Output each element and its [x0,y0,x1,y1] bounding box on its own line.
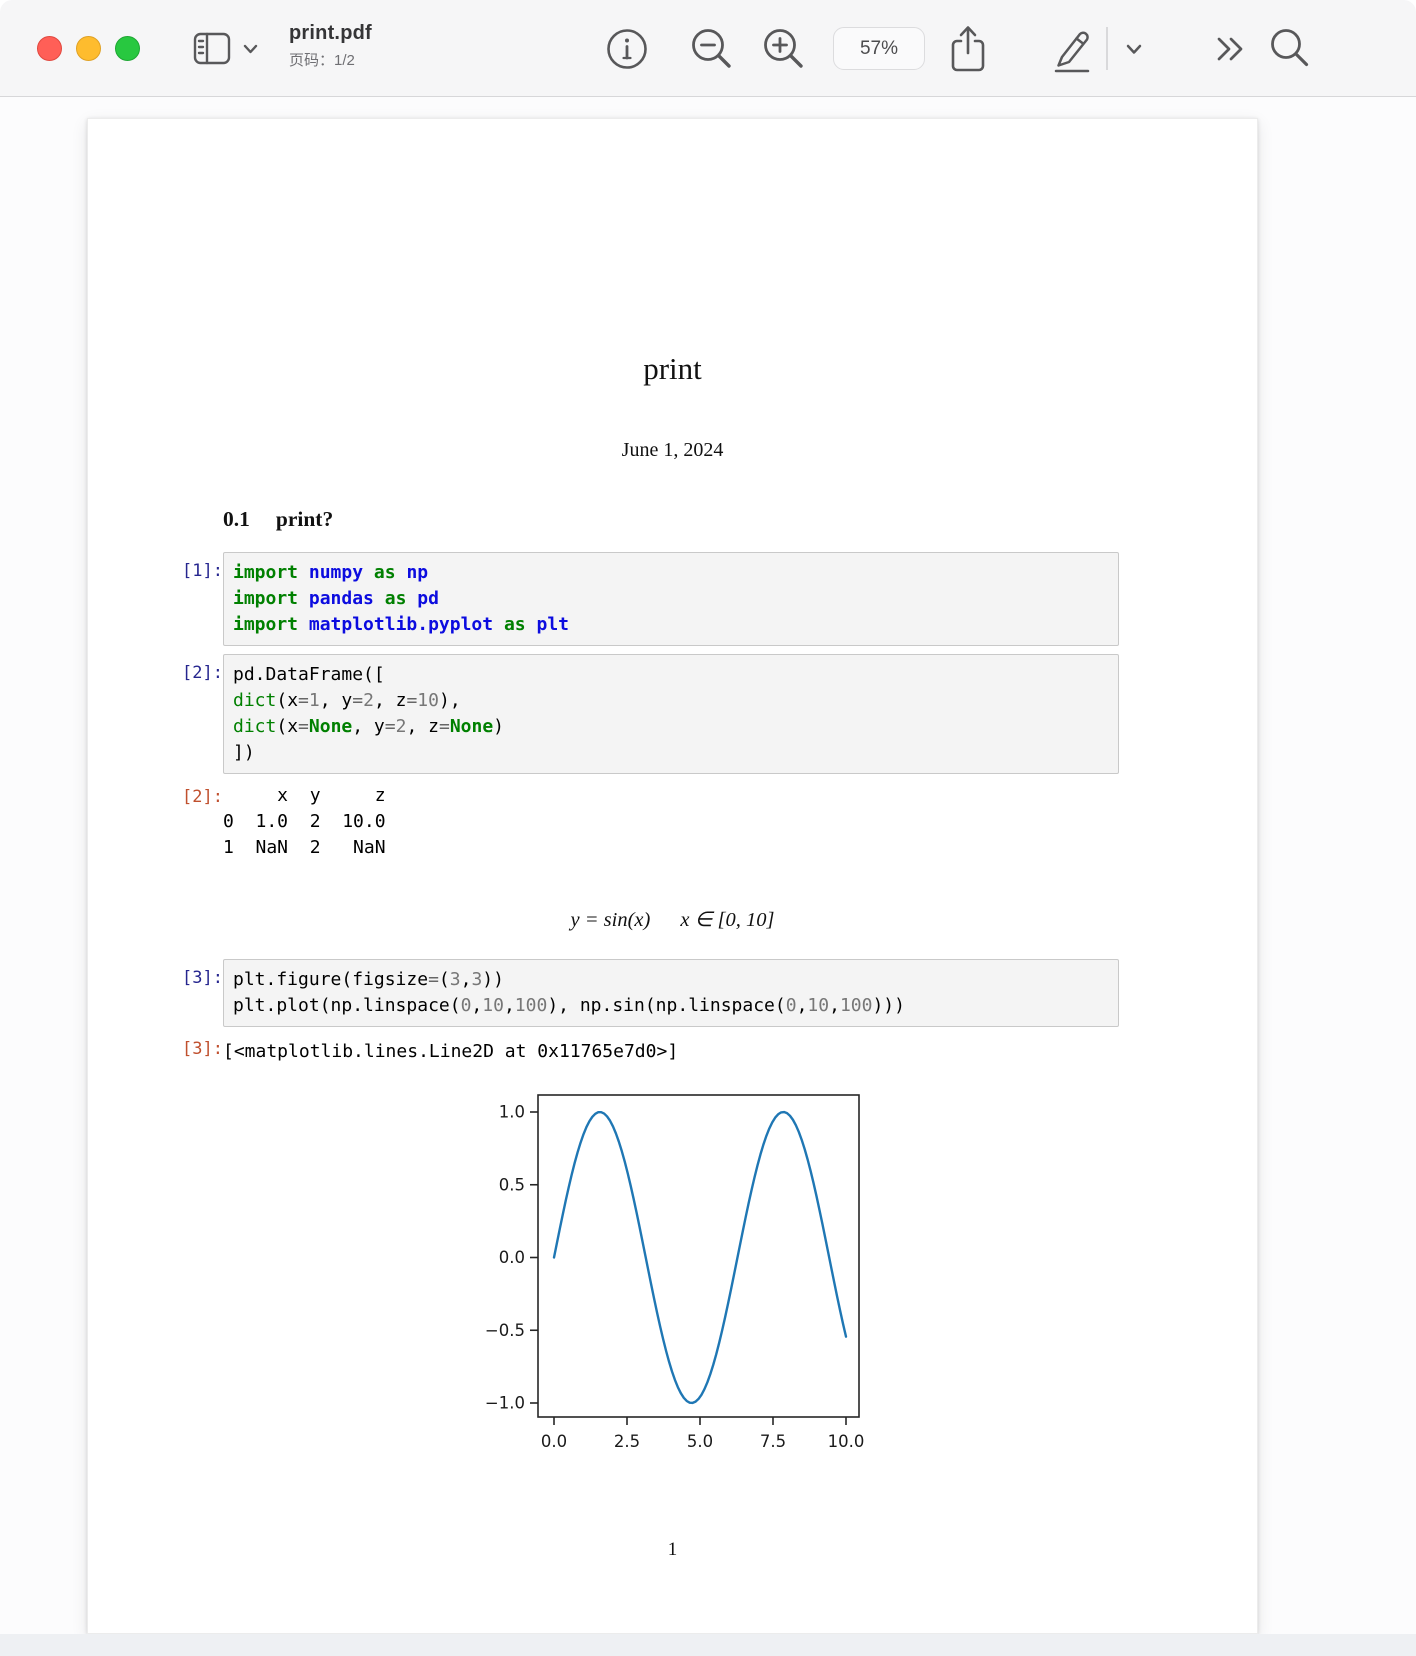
share-icon [946,23,990,75]
math-formula: y = sin(x) x ∈ [0, 10] [88,907,1257,932]
document-title: print [88,351,1257,387]
search-icon [1268,26,1312,70]
zoom-level-value: 57% [860,38,898,60]
close-window-button[interactable] [37,36,62,61]
svg-text:7.5: 7.5 [760,1432,786,1451]
markup-button[interactable] [1045,24,1093,76]
input-prompt-2: [2]: [98,663,223,683]
info-button[interactable] [605,27,649,71]
sine-plot-figure: 0.0 2.5 5.0 7.5 10.0 1.0 0.5 0.0 −0.5 −1.0 [458,1077,898,1469]
input-prompt-3: [3]: [98,968,223,988]
pdf-page-1: print June 1, 2024 0.1 print? [1]: import… [87,118,1258,1634]
zoom-level-button[interactable]: 57% [833,27,925,70]
window-title: print.pdf [289,22,372,45]
page-indicator: 页码：1/2 [289,49,372,70]
svg-text:−1.0: −1.0 [485,1394,525,1413]
svg-text:5.0: 5.0 [687,1432,713,1451]
svg-text:10.0: 10.0 [828,1432,865,1451]
window-title-block: print.pdf 页码：1/2 [289,22,372,70]
zoom-in-icon [761,26,807,72]
share-button[interactable] [946,23,990,75]
zoom-out-button[interactable] [689,26,735,72]
pdf-content-area[interactable]: print June 1, 2024 0.1 print? [1]: import… [0,98,1416,1656]
input-prompt-1: [1]: [98,561,223,581]
svg-text:0.0: 0.0 [541,1432,567,1451]
svg-text:0.0: 0.0 [499,1248,525,1267]
search-button[interactable] [1268,26,1312,70]
preview-window: print.pdf 页码：1/2 [0,0,1416,1656]
svg-text:0.5: 0.5 [499,1175,525,1194]
output-prompt-2: [2]: [98,787,223,807]
inter-page-gap [0,1634,1416,1656]
page-number: 1 [88,1539,1257,1561]
output-prompt-3: [3]: [98,1039,223,1059]
formula-lhs: y = sin(x) [570,909,650,931]
output-table-2: x y z 0 1.0 2 10.0 1 NaN 2 NaN [223,783,386,861]
svg-text:2.5: 2.5 [614,1432,640,1451]
svg-text:−0.5: −0.5 [485,1321,525,1340]
sidebar-toggle-button[interactable] [193,31,231,67]
toolbar: print.pdf 页码：1/2 [0,0,1416,97]
document-date: June 1, 2024 [88,439,1257,462]
sidebar-menu-chevron[interactable] [243,44,258,54]
fullscreen-window-button[interactable] [115,36,140,61]
code-cell-1: import numpy as npimport pandas as pdimp… [223,552,1119,646]
zoom-out-icon [689,26,735,72]
markup-pencil-icon [1045,24,1093,76]
chevron-down-icon [243,44,258,54]
section-number: 0.1 [223,507,250,531]
more-toolbar-items-button[interactable] [1216,35,1246,63]
svg-text:1.0: 1.0 [499,1103,525,1122]
code-cell-2: pd.DataFrame([ dict(x=1, y=2, z=10), dic… [223,654,1119,774]
minimize-window-button[interactable] [76,36,101,61]
markup-menu-chevron[interactable] [1126,44,1142,55]
info-icon [605,27,649,71]
formula-rhs: x ∈ [0, 10] [680,909,774,931]
output-repr-3: [<matplotlib.lines.Line2D at 0x11765e7d0… [223,1039,678,1065]
zoom-in-button[interactable] [761,26,807,72]
toolbar-divider [1106,27,1108,70]
chevron-down-icon [1126,44,1142,55]
section-title: print? [276,507,333,531]
sidebar-icon [193,31,231,67]
code-cell-3: plt.figure(figsize=(3,3))plt.plot(np.lin… [223,959,1119,1027]
section-heading: 0.1 print? [223,507,333,532]
double-chevron-right-icon [1216,35,1246,63]
